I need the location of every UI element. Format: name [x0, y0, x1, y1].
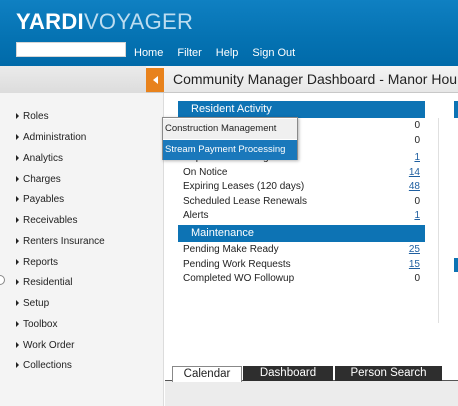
sidebar-item-roles[interactable]: Roles	[16, 109, 49, 123]
sidebar-header-pad	[0, 66, 146, 93]
caret-right-icon	[16, 342, 19, 348]
sidebar-menu: Roles Administration Analytics Charges P…	[0, 93, 164, 406]
sidebar-item-label: Collections	[23, 359, 72, 371]
maintenance-header: Maintenance	[178, 225, 425, 242]
sidebar-item-payables[interactable]: Payables	[16, 192, 64, 206]
tab-dashboard[interactable]: Dashboard	[243, 366, 333, 381]
on-notice-link[interactable]: 14	[409, 166, 420, 180]
sidebar-item-label: Toolbox	[23, 318, 58, 330]
yardi-voyager-logo: YARDIVOYAGER	[16, 9, 193, 35]
caret-right-icon	[16, 362, 19, 368]
tab-person-search[interactable]: Person Search	[335, 366, 442, 381]
caret-right-icon	[16, 300, 19, 306]
caret-right-icon	[16, 155, 19, 161]
sidebar-item-work-order[interactable]: Work Order	[16, 338, 75, 352]
alerts-link[interactable]: 1	[414, 209, 420, 223]
sidebar-item-setup[interactable]: Setup	[16, 296, 49, 310]
tab-calendar[interactable]: Calendar	[172, 366, 242, 382]
sidebar-item-label: Reports	[23, 256, 59, 268]
caret-right-icon	[16, 134, 19, 140]
nav-help-link[interactable]: Help	[216, 45, 239, 61]
app-header: YARDIVOYAGER Home Filter Help Sign Out	[0, 0, 458, 66]
caret-right-icon	[16, 217, 19, 223]
nav-home-link[interactable]: Home	[134, 45, 163, 61]
caret-right-icon	[16, 113, 19, 119]
caret-right-icon	[16, 279, 19, 285]
maintenance-row: Pending Make Ready 25	[183, 243, 420, 257]
logo-text-voyager: VOYAGER	[83, 9, 194, 34]
logo-text-yardi: YARDI	[16, 9, 84, 34]
top-nav: Home Filter Help Sign Out	[134, 45, 309, 61]
caret-right-icon	[16, 176, 19, 182]
nav-sign-out-link[interactable]: Sign Out	[252, 45, 295, 61]
sidebar-item-label: Residential	[23, 276, 73, 288]
sidebar-item-charges[interactable]: Charges	[16, 172, 61, 186]
panel-divider	[438, 118, 439, 323]
menu-item-stream-payment-processing[interactable]: Stream Payment Processing	[163, 140, 297, 160]
sidebar-item-residential[interactable]: Residential	[16, 275, 72, 289]
submenu-popup: Construction Management Stream Payment P…	[162, 117, 298, 160]
resident-activity-header: Resident Activity	[178, 101, 425, 118]
right-panel-header	[454, 101, 458, 118]
maintenance-row: Pending Work Requests 15	[183, 258, 420, 272]
caret-right-icon	[16, 196, 19, 202]
resident-activity-row: Expiring Leases (120 days) 48	[183, 180, 420, 194]
right-panel-header	[454, 258, 458, 272]
sidebar-item-renters-insurance[interactable]: Renters Insurance	[16, 234, 105, 248]
sidebar-item-receivables[interactable]: Receivables	[16, 213, 77, 227]
caret-right-icon	[16, 238, 19, 244]
sidebar-item-administration[interactable]: Administration	[16, 130, 86, 144]
menu-item-construction-management[interactable]: Construction Management	[163, 119, 297, 139]
sidebar-item-label: Setup	[23, 297, 50, 309]
resident-activity-row: Alerts 1	[183, 209, 420, 223]
sidebar-item-label: Receivables	[23, 214, 78, 226]
pending-make-ready-link[interactable]: 25	[409, 243, 420, 257]
sidebar-item-collections[interactable]: Collections	[16, 358, 72, 372]
sidebar-item-toolbox[interactable]: Toolbox	[16, 317, 57, 331]
sidebar-item-label: Payables	[23, 193, 65, 205]
nav-filter-link[interactable]: Filter	[177, 45, 201, 61]
sidebar-item-reports[interactable]: Reports	[16, 255, 58, 269]
resident-activity-row: On Notice 14	[183, 166, 420, 180]
sidebar-item-label: Analytics	[23, 152, 64, 164]
deposit-accounting-link[interactable]: 1	[414, 151, 420, 165]
chevron-left-icon	[152, 76, 158, 84]
sidebar-item-analytics[interactable]: Analytics	[16, 151, 63, 165]
sidebar-item-label: Work Order	[23, 339, 75, 351]
resident-activity-row: Scheduled Lease Renewals 0	[183, 196, 420, 207]
page-title: Community Manager Dashboard - Manor Hou	[173, 71, 458, 87]
caret-right-icon	[16, 259, 19, 265]
caret-right-icon	[16, 321, 19, 327]
expiring-leases-link[interactable]: 48	[409, 180, 420, 194]
circle-handle-icon	[0, 275, 5, 285]
pending-work-requests-link[interactable]: 15	[409, 258, 420, 272]
sidebar-item-label: Administration	[23, 131, 87, 143]
search-input[interactable]	[16, 42, 126, 57]
collapse-sidebar-button[interactable]	[146, 68, 164, 92]
sidebar-item-label: Roles	[23, 110, 49, 122]
maintenance-row: Completed WO Followup 0	[183, 273, 420, 284]
tab-content-area	[165, 381, 458, 406]
sidebar-item-label: Charges	[23, 173, 61, 185]
sidebar-item-label: Renters Insurance	[23, 235, 105, 247]
